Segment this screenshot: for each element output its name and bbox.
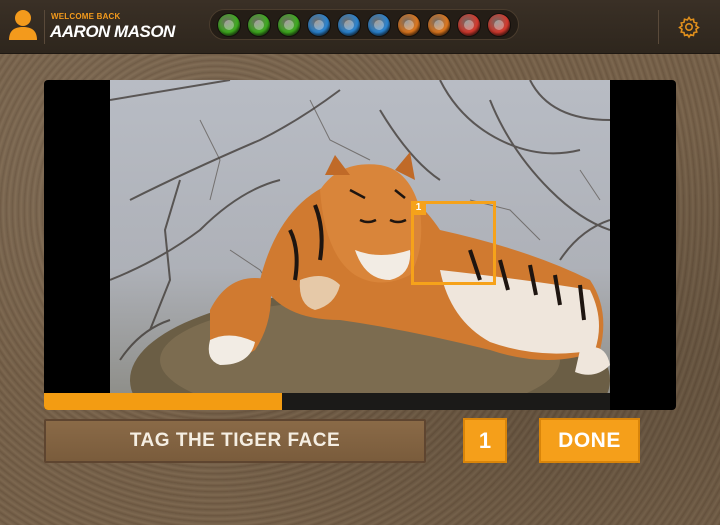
- welcome-label: WELCOME BACK: [51, 12, 121, 21]
- progress-gem: [248, 13, 270, 36]
- tiger-image: [110, 80, 610, 393]
- progress-gem: [458, 13, 480, 36]
- user-name: AARON MASON: [50, 22, 175, 41]
- photo-stage: 1: [44, 80, 676, 410]
- timer-bar-fill: [44, 393, 282, 410]
- progress-gem: [428, 13, 450, 36]
- top-bar: WELCOME BACK AARON MASON: [0, 0, 720, 54]
- instruction-banner: TAG THE TIGER FACE: [44, 419, 426, 463]
- user-icon[interactable]: [8, 9, 38, 41]
- tiger-photo[interactable]: 1: [110, 80, 610, 393]
- progress-gem: [338, 13, 360, 36]
- done-button[interactable]: DONE: [539, 418, 640, 463]
- divider: [44, 10, 45, 44]
- progress-gem: [368, 13, 390, 36]
- progress-gem: [218, 13, 240, 36]
- tag-count-button[interactable]: 1: [463, 418, 507, 463]
- progress-gem: [278, 13, 300, 36]
- gear-icon[interactable]: [677, 15, 701, 39]
- level-progress-gems: [209, 9, 519, 40]
- progress-gem: [488, 13, 510, 36]
- divider: [658, 10, 659, 44]
- timer-bar: [44, 393, 610, 410]
- face-tag-box[interactable]: 1: [411, 201, 496, 285]
- tag-number-badge: 1: [411, 201, 426, 215]
- progress-gem: [398, 13, 420, 36]
- progress-gem: [308, 13, 330, 36]
